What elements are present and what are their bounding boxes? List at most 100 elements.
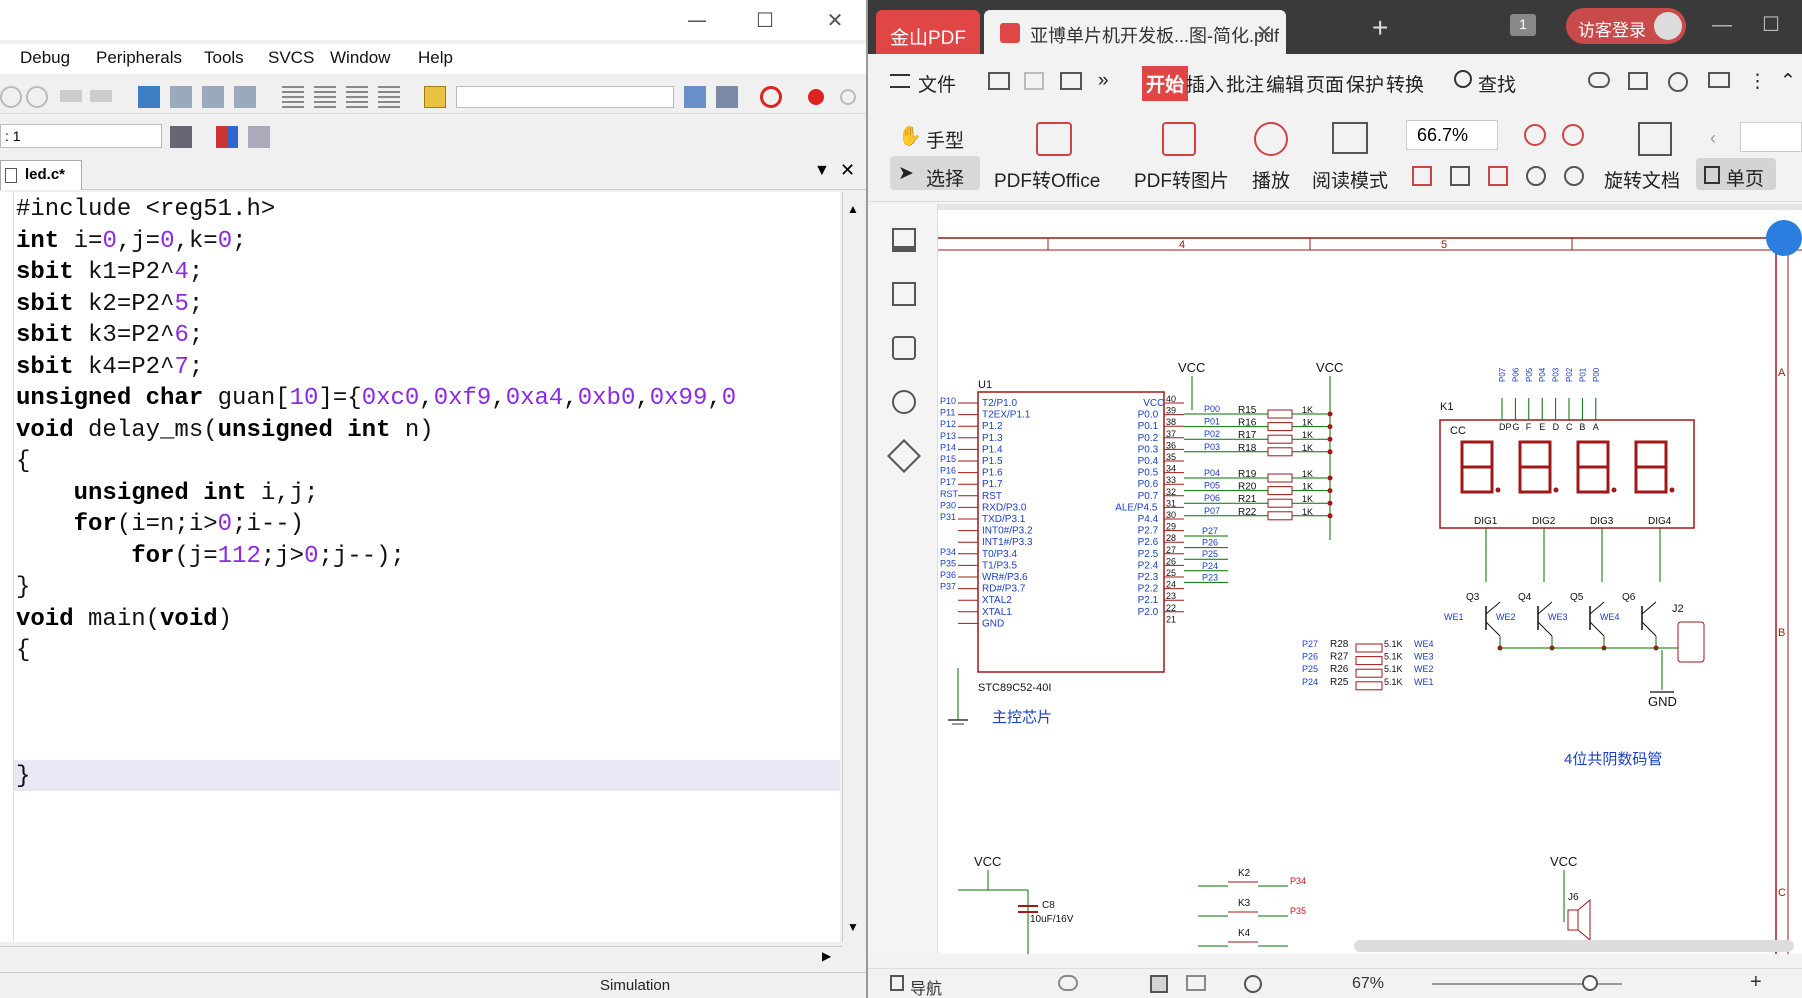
menu-svcs[interactable]: SVCS [268, 48, 314, 68]
zoom-in-icon[interactable] [1562, 124, 1584, 146]
menu-page[interactable]: 页面 [1306, 70, 1344, 97]
indent-icon[interactable] [282, 86, 304, 108]
maximize-button[interactable]: ☐ [750, 8, 780, 32]
zoom-slider-handle[interactable] [1582, 975, 1598, 991]
menu-insert[interactable]: 插入 [1186, 70, 1224, 97]
rotate-document-button[interactable]: 旋转文档 [1604, 166, 1680, 193]
menu-hamburger-icon[interactable] [890, 74, 910, 88]
tab-led-c[interactable]: led.c* [0, 160, 82, 190]
single-page-view-icon[interactable] [1150, 975, 1168, 993]
rotate-left-icon[interactable] [1526, 166, 1546, 186]
pdf-page-area[interactable]: 4 5 A B C U1 T2/P1.0 T2EX/P1.1 P1.2 P1.3 P1.… [938, 204, 1802, 954]
code-line[interactable]: sbit k3=P2^6; [16, 320, 736, 352]
status-zoom[interactable]: 67% [1352, 975, 1384, 993]
float-tool-icon[interactable] [1766, 220, 1802, 256]
menu-tools[interactable]: Tools [204, 48, 244, 68]
undo-icon[interactable] [0, 86, 22, 108]
pdf-horizontal-scrollbar[interactable] [1354, 940, 1794, 952]
play-icon[interactable] [1244, 975, 1262, 993]
find-combo[interactable] [456, 86, 674, 108]
menu-debug[interactable]: Debug [20, 48, 70, 68]
unindent-icon[interactable] [314, 86, 336, 108]
pdf-to-image-icon[interactable] [1162, 122, 1196, 156]
code-line[interactable]: } [16, 761, 736, 793]
code-line[interactable]: unsigned char guan[10]={0xc0,0xf9,0xa4,0… [16, 383, 736, 415]
new-tab-icon[interactable]: + [1372, 12, 1388, 44]
select-tool-icon[interactable]: ➤ [898, 162, 914, 185]
menu-convert[interactable]: 转换 [1386, 70, 1424, 97]
bookmark-icon[interactable] [892, 228, 916, 252]
code-line[interactable] [16, 667, 736, 699]
scroll-up-icon[interactable]: ▲ [847, 202, 859, 216]
code-line[interactable]: } [16, 572, 736, 604]
tools-icon[interactable] [716, 86, 738, 108]
settings-icon[interactable] [1668, 72, 1688, 92]
hand-tool-icon[interactable]: ✋ [898, 124, 922, 148]
document-tab[interactable]: 亚博单片机开发板...图-简化.pdf ✕ [984, 10, 1286, 54]
cloud-icon[interactable] [1588, 72, 1610, 88]
code-line[interactable]: sbit k2=P2^5; [16, 289, 736, 321]
open-icon[interactable] [988, 72, 1010, 90]
nav-panel-icon[interactable] [890, 975, 904, 991]
zoom-select[interactable]: 66.7% [1406, 120, 1498, 150]
nav-label[interactable]: 导航 [910, 975, 942, 998]
code-line[interactable]: unsigned int i,j; [16, 478, 736, 510]
minimize-button[interactable]: — [682, 8, 712, 32]
comment-icon[interactable] [346, 86, 368, 108]
menu-search[interactable]: 查找 [1478, 70, 1516, 97]
fit-width-icon[interactable] [1488, 166, 1508, 186]
login-button[interactable]: 访客登录 [1566, 8, 1686, 44]
feedback-icon[interactable] [1708, 72, 1730, 88]
code-line[interactable]: for(i=n;i>0;i--) [16, 509, 736, 541]
bookmark-clear-icon[interactable] [234, 86, 256, 108]
pdf-to-office-icon[interactable] [1036, 122, 1072, 156]
more-vertical-icon[interactable]: ⋮ [1748, 70, 1767, 93]
tab-list-icon[interactable]: ▼ [814, 162, 830, 180]
bookmark-icon[interactable] [138, 86, 160, 108]
menu-edit[interactable]: 编辑 [1266, 70, 1304, 97]
dual-page-view-icon[interactable] [1186, 975, 1206, 991]
single-page-icon[interactable] [1704, 166, 1720, 184]
comment-icon[interactable] [892, 336, 916, 360]
scroll-down-icon[interactable]: ▼ [847, 920, 859, 934]
code-line[interactable]: { [16, 635, 736, 667]
breakpoint-icon[interactable] [808, 89, 824, 105]
eye-icon[interactable] [1058, 975, 1078, 991]
menu-annotate[interactable]: 批注 [1226, 70, 1264, 97]
manage-components-icon[interactable] [216, 126, 238, 148]
close-tab-icon[interactable]: ✕ [840, 160, 855, 181]
menu-file[interactable]: 文件 [918, 70, 956, 97]
signature-icon[interactable] [887, 439, 921, 473]
collapse-icon[interactable]: ⌃ [1780, 70, 1796, 93]
code-line[interactable] [16, 730, 736, 762]
thumbnail-icon[interactable] [892, 282, 916, 306]
code-line[interactable]: void main(void) [16, 604, 736, 636]
maximize-icon[interactable]: ☐ [1762, 12, 1780, 37]
read-mode-button[interactable]: 阅读模式 [1312, 166, 1388, 193]
nav-back-icon[interactable] [60, 90, 82, 102]
bookmark-prev-icon[interactable] [170, 86, 192, 108]
play-button[interactable]: 播放 [1252, 166, 1290, 193]
share-icon[interactable] [1628, 72, 1648, 90]
menu-window[interactable]: Window [330, 48, 390, 68]
select-packs-icon[interactable] [248, 126, 270, 148]
print-icon[interactable] [1060, 72, 1082, 90]
code-line[interactable]: sbit k4=P2^7; [16, 352, 736, 384]
scroll-right-icon[interactable]: ▶ [822, 949, 831, 963]
uncomment-icon[interactable] [378, 86, 400, 108]
more-icon[interactable]: » [1098, 70, 1109, 92]
read-mode-icon[interactable] [1332, 122, 1368, 154]
close-button[interactable]: ✕ [820, 8, 850, 32]
save-icon[interactable] [1024, 72, 1044, 90]
find-in-files-icon[interactable] [424, 86, 446, 108]
select-tool[interactable]: 选择 [926, 164, 964, 191]
code-line[interactable]: void delay_ms(unsigned int n) [16, 415, 736, 447]
actual-size-icon[interactable] [1412, 166, 1432, 186]
target-options-icon[interactable] [170, 126, 192, 148]
fit-page-icon[interactable] [1450, 166, 1470, 186]
code-line[interactable]: #include <reg51.h> [16, 194, 736, 226]
zoom-in-icon[interactable]: + [1750, 971, 1762, 994]
code-line[interactable]: sbit k1=P2^4; [16, 257, 736, 289]
single-page-button[interactable]: 单页 [1726, 164, 1764, 191]
code-line[interactable]: int i=0,j=0,k=0; [16, 226, 736, 258]
